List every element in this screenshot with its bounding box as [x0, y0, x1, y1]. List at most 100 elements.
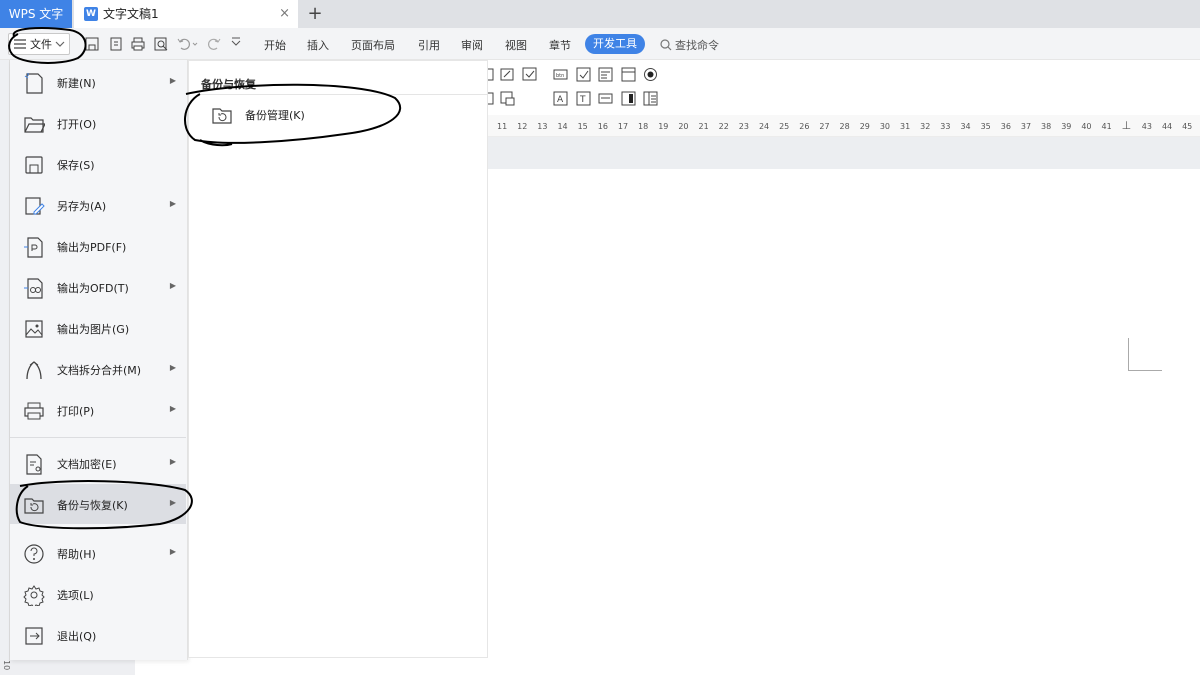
menu-item-label: 文档加密(E): [57, 458, 117, 471]
wps-app-tab[interactable]: WPS 文字: [0, 0, 72, 28]
close-tab-icon[interactable]: ×: [279, 0, 290, 28]
radio-control-icon[interactable]: [643, 67, 658, 82]
menu-item-save-as[interactable]: 另存为(A) ▶: [10, 185, 186, 225]
encrypt-icon: [26, 454, 42, 475]
save-quick-icon[interactable]: [84, 36, 100, 52]
new-file-icon: [24, 73, 43, 94]
menu-item-print[interactable]: 打印(P) ▶: [10, 390, 186, 430]
menu-item-label: 退出(Q): [57, 630, 97, 643]
document-tab-label: 文字文稿1: [103, 7, 159, 21]
menu-item-options[interactable]: 选项(L): [10, 574, 186, 614]
undo-icon[interactable]: [176, 36, 198, 52]
check-control-icon[interactable]: [576, 67, 591, 82]
menu-item-label: 选项(L): [57, 589, 94, 602]
ruler-tick: 14: [557, 122, 568, 131]
redo-icon[interactable]: [206, 36, 222, 52]
ruler-indent-marker[interactable]: ⊥: [1122, 119, 1132, 132]
toggle-control-icon[interactable]: [621, 91, 636, 106]
file-menu-button[interactable]: 文件: [8, 33, 70, 55]
tab-view[interactable]: 视图: [505, 37, 527, 53]
menu-item-new[interactable]: 新建(N) ▶: [10, 62, 186, 102]
word-doc-icon: W: [84, 7, 98, 21]
spin-control-icon[interactable]: [598, 91, 613, 106]
menu-item-split-merge[interactable]: 文档拆分合并(M) ▶: [10, 349, 186, 389]
menu-item-label: 新建(N): [57, 77, 96, 90]
combo-control-icon[interactable]: [598, 67, 613, 82]
menu-item-label: 打开(O): [57, 118, 97, 131]
menu-item-exit[interactable]: 退出(Q): [10, 615, 186, 655]
tab-review[interactable]: 审阅: [461, 37, 483, 53]
vertical-ruler-bottom: 10: [0, 660, 135, 675]
checkbox-control-icon[interactable]: [522, 67, 537, 82]
menu-item-label: 输出为OFD(T): [57, 282, 129, 295]
options-gear-icon: [23, 585, 45, 606]
menu-item-label: 另存为(A): [57, 200, 107, 213]
label-control-icon[interactable]: A: [553, 91, 568, 106]
menu-item-open[interactable]: 打开(O): [10, 103, 186, 143]
button-control-icon[interactable]: btn: [553, 67, 568, 82]
tab-references[interactable]: 引用: [418, 37, 440, 53]
quick-access-dropdown-icon[interactable]: [230, 36, 242, 52]
menu-item-encrypt[interactable]: 文档加密(E) ▶: [10, 443, 186, 483]
menu-item-export-ofd[interactable]: 输出为OFD(T) ▶: [10, 267, 186, 307]
tab-developer-tools[interactable]: 开发工具: [585, 34, 645, 54]
vertical-ruler-label: 10: [2, 660, 11, 671]
ruler-tick: 23: [738, 122, 749, 131]
ruler-tick: 25: [779, 122, 790, 131]
menu-item-label: 保存(S): [57, 159, 95, 172]
menu-item-save[interactable]: 保存(S): [10, 144, 186, 184]
page-margin-band: [488, 137, 1200, 169]
text-control-icon[interactable]: T: [576, 91, 591, 106]
main-toolbar: 文件 开始 插入 页面布局 引用 审阅 视图 章节 开发工具 查找命令: [0, 28, 1200, 60]
submenu-arrow-icon: ▶: [169, 457, 176, 466]
split-merge-icon: [26, 361, 42, 380]
folder-open-icon: [24, 117, 45, 133]
ruler-tick: 20: [678, 122, 689, 131]
tab-page-layout[interactable]: 页面布局: [351, 37, 395, 53]
menu-item-export-pdf[interactable]: 输出为PDF(F): [10, 226, 186, 266]
pdf-export-icon: [24, 237, 43, 258]
menu-item-label: 输出为图片(G): [57, 323, 130, 336]
tab-chapter[interactable]: 章节: [549, 37, 571, 53]
menu-item-label: 输出为PDF(F): [57, 241, 127, 254]
svg-text:btn: btn: [556, 73, 564, 79]
ruler-tick: 29: [859, 122, 870, 131]
property-icon[interactable]: [500, 91, 515, 106]
tab-start[interactable]: 开始: [264, 37, 286, 53]
design-mode-icon[interactable]: [500, 67, 515, 82]
ruler-tick: 11: [497, 122, 508, 131]
ruler-tick: 18: [638, 122, 649, 131]
ruler-tick: 27: [819, 122, 830, 131]
menu-item-label: 备份与恢复(K): [57, 499, 128, 512]
ruler-tick: 43: [1141, 122, 1152, 131]
ruler-tick: 21: [698, 122, 709, 131]
backup-manage-icon: [212, 108, 232, 124]
document-tab[interactable]: W 文字文稿1 ×: [74, 0, 298, 28]
menu-item-backup-restore[interactable]: 备份与恢复(K) ▶: [10, 484, 186, 524]
print-preview-icon[interactable]: [153, 36, 169, 52]
submenu-arrow-icon: ▶: [169, 199, 176, 208]
tab-insert[interactable]: 插入: [307, 37, 329, 53]
submenu-arrow-icon: ▶: [169, 281, 176, 290]
menu-item-export-image[interactable]: 输出为图片(G): [10, 308, 186, 348]
document-page[interactable]: [488, 169, 1200, 675]
print-icon: [24, 402, 44, 420]
backup-manage-item[interactable]: 备份管理(K): [211, 104, 305, 126]
new-tab-button[interactable]: +: [305, 2, 325, 26]
frame-control-icon[interactable]: [621, 67, 636, 82]
ruler-tick: 41: [1101, 122, 1112, 131]
ruler-tick: 39: [1061, 122, 1072, 131]
ruler-tick: 26: [799, 122, 810, 131]
menu-item-help[interactable]: 帮助(H) ▶: [10, 533, 186, 573]
list-control-icon[interactable]: [643, 91, 658, 106]
ruler-tick: 33: [940, 122, 951, 131]
submenu-divider: [201, 94, 487, 95]
ruler-tick: 28: [839, 122, 850, 131]
ruler-tick: 13: [537, 122, 548, 131]
print-quick-icon[interactable]: [130, 36, 146, 52]
search-command[interactable]: 查找命令: [660, 37, 719, 53]
help-icon: [24, 544, 44, 564]
export-quick-icon[interactable]: [108, 36, 124, 52]
menu-item-label: 打印(P): [57, 405, 95, 418]
ruler-tick: 36: [1000, 122, 1011, 131]
